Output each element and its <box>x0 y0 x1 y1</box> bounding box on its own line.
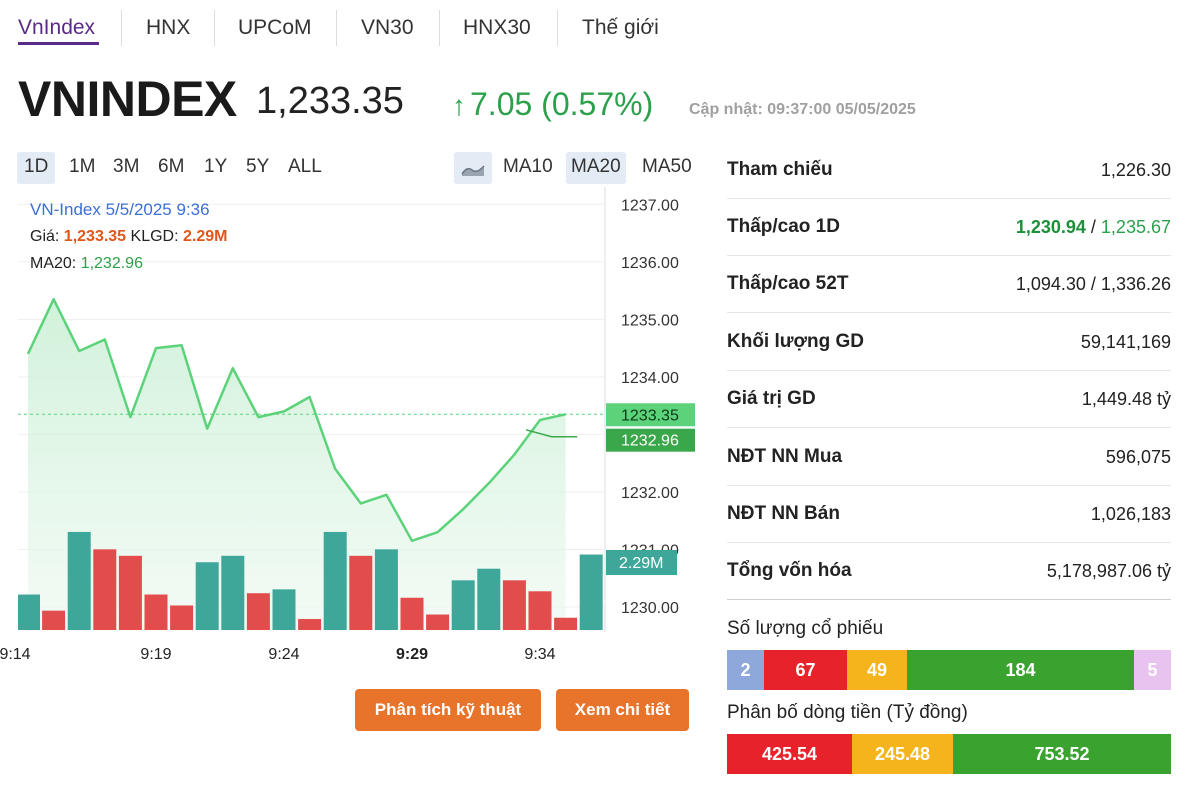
volume-bar <box>502 580 526 630</box>
money-flow-down-segment: 425.54 <box>727 734 852 774</box>
y-tick-label: 1235.00 <box>621 312 679 329</box>
x-tick-label: 9:24 <box>268 646 299 663</box>
update-time: Cập nhật: 09:37:00 05/05/2025 <box>689 101 916 118</box>
money-flow-unchanged-segment: 245.48 <box>852 734 953 774</box>
index-name: VNINDEX <box>18 71 237 127</box>
volume-bar <box>298 619 322 630</box>
money-flow-title: Phân bố dòng tiền (Tỷ đồng) <box>727 702 968 723</box>
stock-count-floor-segment: 5 <box>1134 650 1171 690</box>
volume-bar <box>349 555 373 630</box>
ma50-button[interactable]: MA50 <box>637 152 697 184</box>
tooltip-ma20: 1,232.96 <box>80 255 143 272</box>
tab-divider <box>439 10 440 46</box>
volume-bar <box>93 549 117 630</box>
stock-count-bar: 2 67 49 184 5 <box>727 650 1171 690</box>
volume-bar <box>554 617 578 630</box>
last-price-label: 1233.35 <box>621 407 679 424</box>
tab-hnx[interactable]: HNX <box>146 14 190 44</box>
change-value: 7.05 (0.57%) <box>470 86 654 122</box>
volume-bar <box>426 614 450 630</box>
x-tick-label: 9:29 <box>396 646 428 663</box>
range-1m-button[interactable]: 1M <box>62 152 102 184</box>
active-tab-underline <box>18 42 99 45</box>
stat-row-value: Giá trị GD 1,449.48 tỷ <box>727 371 1171 428</box>
index-price: 1,233.35 <box>256 80 404 122</box>
volume-bar <box>246 593 270 630</box>
range-5y-button[interactable]: 5Y <box>239 152 276 184</box>
volume-bar <box>400 597 424 630</box>
stat-row-foreign-buy: NĐT NN Mua 596,075 <box>727 429 1171 486</box>
volume-bar <box>374 549 398 630</box>
stat-row-low-high-52w: Thấp/cao 52T 1,094.30 / 1,336.26 <box>727 256 1171 313</box>
ma20-button[interactable]: MA20 <box>566 152 626 184</box>
y-tick-label: 1234.00 <box>621 370 679 387</box>
stock-count-ref-segment: 2 <box>727 650 764 690</box>
stock-count-down-segment: 67 <box>764 650 847 690</box>
x-tick-label: 9:34 <box>524 646 555 663</box>
arrow-up-icon: ↑ <box>452 90 466 121</box>
money-flow-bar: 425.54 245.48 753.52 <box>727 734 1171 774</box>
volume-bar <box>118 555 142 630</box>
volume-bar <box>451 580 475 630</box>
tab-divider <box>121 10 122 46</box>
volume-bar <box>579 554 603 630</box>
x-tick-label: 9:19 <box>140 646 171 663</box>
tooltip-volume: 2.29M <box>182 228 228 245</box>
y-tick-label: 1237.00 <box>621 197 679 214</box>
last-ma-label: 1232.96 <box>621 433 679 450</box>
tab-hnx30[interactable]: HNX30 <box>463 14 531 44</box>
tab-the-gioi[interactable]: Thế giới <box>582 14 659 44</box>
stat-row-low-high-1d: Thấp/cao 1D 1,230.94 / 1,235.67 <box>727 199 1171 256</box>
tooltip-ma-line: MA20: 1,232.96 <box>30 255 143 272</box>
tooltip-price-line: Giá: 1,233.35 KLGD: 2.29M <box>30 228 228 245</box>
ma10-button[interactable]: MA10 <box>498 152 558 184</box>
technical-analysis-button[interactable]: Phân tích kỹ thuật <box>355 689 541 731</box>
x-tick-label: 9:14 <box>0 646 31 663</box>
area-chart-icon <box>461 165 485 176</box>
volume-bar <box>477 568 501 630</box>
range-6m-button[interactable]: 6M <box>151 152 191 184</box>
volume-bar <box>18 594 40 630</box>
range-1y-button[interactable]: 1Y <box>197 152 234 184</box>
y-tick-label: 1230.00 <box>621 600 679 617</box>
money-flow-up-segment: 753.52 <box>953 734 1171 774</box>
tooltip-title: VN-Index 5/5/2025 9:36 <box>30 200 210 219</box>
tab-divider <box>336 10 337 46</box>
view-detail-button[interactable]: Xem chi tiết <box>556 689 689 731</box>
tab-vn30[interactable]: VN30 <box>361 14 414 44</box>
volume-bar <box>221 555 245 630</box>
range-1d-button[interactable]: 1D <box>17 152 56 184</box>
volume-bar <box>195 562 219 630</box>
stock-count-ceiling-segment: 49 <box>847 650 907 690</box>
range-all-button[interactable]: ALL <box>281 152 329 184</box>
tooltip-price: 1,233.35 <box>63 228 127 245</box>
stock-count-title: Số lượng cổ phiếu <box>727 618 884 639</box>
stat-row-reference: Tham chiếu 1,226.30 <box>727 142 1171 199</box>
y-tick-label: 1236.00 <box>621 255 679 272</box>
market-tabs: VnIndex HNX UPCoM VN30 HNX30 Thế giới <box>0 0 1200 52</box>
volume-bar <box>144 594 168 630</box>
range-3m-button[interactable]: 3M <box>106 152 146 184</box>
volume-bar <box>67 531 91 630</box>
tab-divider <box>214 10 215 46</box>
y-tick-label: 1232.00 <box>621 485 679 502</box>
tab-upcom[interactable]: UPCoM <box>238 14 312 44</box>
stat-row-market-cap: Tổng vốn hóa 5,178,987.06 tỷ <box>727 543 1171 600</box>
volume-bar <box>170 605 194 630</box>
chart-type-button[interactable] <box>454 152 492 184</box>
stock-count-up-segment: 184 <box>907 650 1134 690</box>
volume-bar <box>528 591 552 630</box>
stat-row-foreign-sell: NĐT NN Bán 1,026,183 <box>727 486 1171 543</box>
tab-vnindex[interactable]: VnIndex <box>18 14 95 44</box>
volume-bar <box>323 531 347 630</box>
volume-bar <box>272 589 296 630</box>
stat-row-volume: Khối lượng GD 59,141,169 <box>727 314 1171 371</box>
volume-bar <box>42 610 66 630</box>
tab-divider <box>557 10 558 46</box>
index-change: ↑ 7.05 (0.57%) <box>452 86 653 123</box>
last-volume-label: 2.29M <box>619 555 663 572</box>
